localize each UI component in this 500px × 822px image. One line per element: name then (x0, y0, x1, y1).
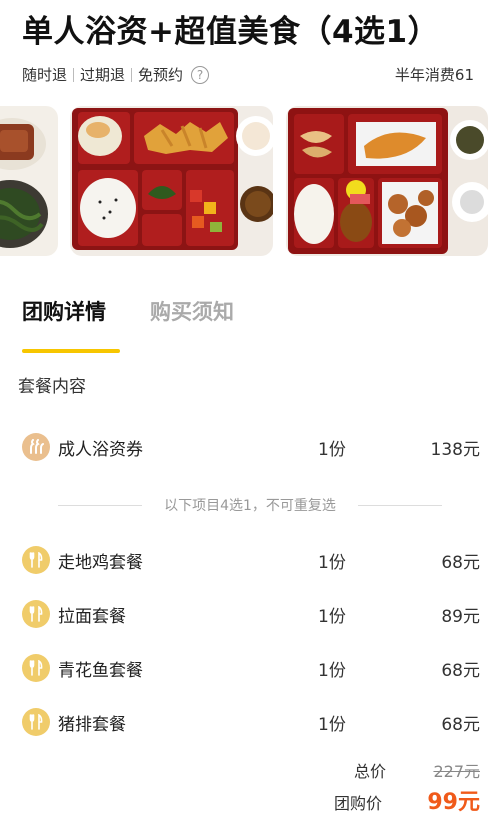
item-price: 138元 (430, 439, 480, 460)
package-choice-item: 走地鸡套餐 1份 68元 (22, 545, 482, 575)
bento-box-photo[interactable] (286, 106, 488, 256)
fork-knife-icon (22, 546, 50, 574)
tag-divider (131, 67, 133, 82)
total-price-value: 227元 (433, 762, 480, 781)
item-name: 青花鱼套餐 (58, 660, 143, 681)
item-price: 68元 (441, 660, 480, 681)
tag-refund-expired: 过期退 (80, 66, 126, 84)
item-price: 68元 (441, 552, 480, 573)
hot-spring-icon (22, 433, 50, 461)
choice-divider: 以下项目4选1，不可重复选 (58, 494, 443, 516)
active-tab-indicator (22, 349, 120, 353)
item-name: 成人浴资券 (58, 439, 143, 460)
detail-tabs: 团购详情 购买须知 (22, 296, 278, 326)
choice-note: 以下项目4选1，不可重复选 (164, 498, 336, 514)
item-quantity: 1份 (318, 660, 346, 681)
package-choice-item: 猪排套餐 1份 68元 (22, 707, 482, 737)
group-price-value: 99元 (427, 790, 480, 815)
package-section-title: 套餐内容 (18, 377, 86, 397)
item-name: 猪排套餐 (58, 714, 126, 735)
group-price-label: 团购价 (334, 794, 383, 813)
tag-divider (73, 67, 75, 82)
question-icon[interactable]: ? (191, 65, 210, 84)
divider-line (357, 504, 443, 506)
item-quantity: 1份 (318, 606, 346, 627)
fork-knife-icon (22, 654, 50, 682)
tab-purchase-notes[interactable]: 购买须知 (150, 296, 234, 326)
item-price: 68元 (441, 714, 480, 735)
item-quantity: 1份 (318, 714, 346, 735)
package-item-bath-ticket: 成人浴资券 1份 138元 (22, 432, 482, 462)
divider-line (58, 504, 143, 506)
package-choice-item: 拉面套餐 1份 89元 (22, 599, 482, 629)
service-tags: 随时退 过期退 免预约 ? (22, 64, 210, 85)
item-name: 走地鸡套餐 (58, 552, 143, 573)
tab-group-details[interactable]: 团购详情 (22, 296, 106, 326)
fork-knife-icon (22, 708, 50, 736)
item-quantity: 1份 (318, 439, 346, 460)
photo-gallery[interactable] (0, 106, 500, 256)
total-price-label: 总价 (354, 762, 387, 781)
bento-box-photo[interactable] (70, 106, 273, 256)
item-quantity: 1份 (318, 552, 346, 573)
tag-no-reservation: 免预约 (138, 66, 184, 84)
deal-title: 单人浴资+超值美食（4选1） (22, 14, 440, 50)
package-choice-item: 青花鱼套餐 1份 68元 (22, 653, 482, 683)
sales-count: 半年消费61 (394, 66, 474, 84)
item-price: 89元 (441, 606, 480, 627)
bento-box-photo[interactable] (0, 106, 58, 256)
item-name: 拉面套餐 (58, 606, 126, 627)
tag-refund-anytime: 随时退 (22, 66, 68, 84)
fork-knife-icon (22, 600, 50, 628)
